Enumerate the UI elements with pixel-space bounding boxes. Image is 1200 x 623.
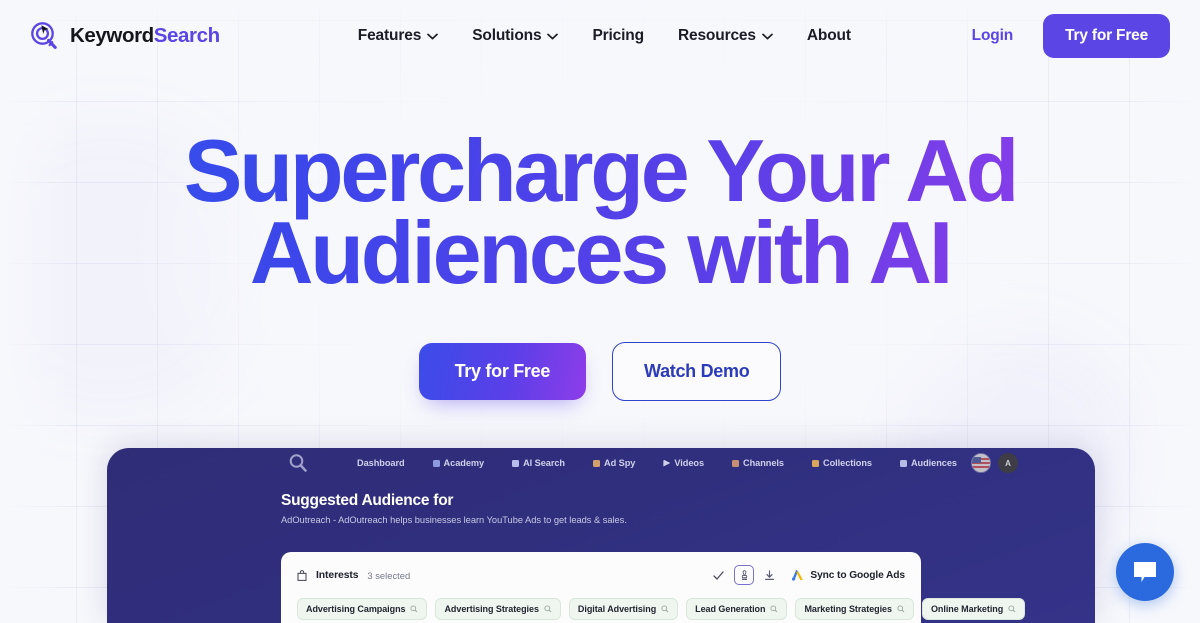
app-nav-channels[interactable]: Channels xyxy=(718,458,798,468)
audiences-icon xyxy=(899,459,907,467)
app-nav-dashboard[interactable]: Dashboard xyxy=(343,458,419,468)
app-nav-label-dashboard: Dashboard xyxy=(357,458,405,468)
app-screenshot-mockup: Dashboard Academy AI Search Ad Spy Video… xyxy=(107,448,1095,623)
search-icon xyxy=(410,605,418,613)
brand-name: KeywordSearch xyxy=(70,24,220,48)
interest-tag[interactable]: Online Marketing xyxy=(921,598,1026,620)
hero-try-for-free-button[interactable]: Try for Free xyxy=(418,342,587,400)
nav-label-features: Features xyxy=(357,27,422,44)
nav-item-pricing[interactable]: Pricing xyxy=(592,27,644,45)
hero-cta-group: Try for Free Watch Demo xyxy=(0,341,1200,401)
google-ads-icon xyxy=(792,569,804,581)
app-topbar: Dashboard Academy AI Search Ad Spy Video… xyxy=(107,450,1095,476)
brand-name-part2: Search xyxy=(153,24,220,47)
header-actions: Login Try for Free xyxy=(972,14,1170,58)
main-navigation: Features Solutions Pricing Resources Abo… xyxy=(358,27,851,45)
interest-tag-label: Online Marketing xyxy=(930,604,1004,614)
interest-tag-label: Digital Advertising xyxy=(577,604,657,614)
interest-tag-label: Advertising Strategies xyxy=(444,604,539,614)
chat-widget-button[interactable] xyxy=(1116,543,1174,601)
login-link[interactable]: Login xyxy=(972,27,1014,45)
target-magnifier-cursor-icon xyxy=(31,22,57,49)
interest-tag-row: Advertising Campaigns Advertising Strate… xyxy=(297,598,1026,620)
search-icon[interactable] xyxy=(287,452,309,474)
search-icon xyxy=(661,605,669,613)
app-nav-audiences[interactable]: Audiences xyxy=(886,458,971,468)
app-nav-label-audiences: Audiences xyxy=(910,458,957,468)
interest-tag[interactable]: Lead Generation xyxy=(686,598,788,620)
hero-watch-demo-button[interactable]: Watch Demo xyxy=(612,341,782,401)
app-nav-label-collections: Collections xyxy=(822,458,872,468)
play-icon xyxy=(663,459,671,467)
app-nav-ai-search[interactable]: AI Search xyxy=(498,458,579,468)
site-header: KeywordSearch Features Solutions Pricing… xyxy=(0,0,1200,72)
brand-name-part1: Keyword xyxy=(70,24,154,47)
interest-tag[interactable]: Marketing Strategies xyxy=(795,598,914,620)
interests-card-actions: Sync to Google Ads xyxy=(712,565,905,585)
interest-tag[interactable]: Advertising Campaigns xyxy=(297,598,428,620)
interests-label: Interests xyxy=(316,569,359,581)
interest-tag[interactable]: Advertising Strategies xyxy=(435,598,561,620)
nav-label-solutions: Solutions xyxy=(472,27,542,44)
sparkle-icon xyxy=(512,459,520,467)
nav-item-about[interactable]: About xyxy=(807,27,851,45)
app-page-subtitle: AdOutreach - AdOutreach helps businesses… xyxy=(281,515,627,525)
adspy-icon xyxy=(593,459,600,467)
interests-card: Interests 3 selected Sync to Google Ads xyxy=(281,552,1026,623)
search-icon xyxy=(1008,605,1016,613)
check-icon[interactable] xyxy=(712,569,725,582)
brand-logo[interactable]: KeywordSearch xyxy=(28,20,220,52)
app-nav-label-videos: Videos xyxy=(674,458,705,468)
app-nav-label-ai-search: AI Search xyxy=(523,458,565,468)
sync-to-google-ads-button[interactable]: Sync to Google Ads xyxy=(791,569,905,581)
search-icon xyxy=(770,605,778,613)
hero-section: Supercharge Your Ad Audiences with AI Tr… xyxy=(0,72,1200,401)
chevron-down-icon xyxy=(762,33,773,39)
nav-label-about: About xyxy=(806,27,851,44)
hero-title: Supercharge Your Ad Audiences with AI xyxy=(0,130,1200,294)
interest-tag-label: Advertising Campaigns xyxy=(306,604,406,614)
search-icon xyxy=(897,605,905,613)
hero-title-line-2: Audiences with AI xyxy=(249,202,951,302)
app-navigation: Dashboard Academy AI Search Ad Spy Video… xyxy=(343,458,971,468)
collections-icon xyxy=(811,459,819,467)
app-nav-academy[interactable]: Academy xyxy=(419,458,499,468)
search-icon xyxy=(544,605,552,613)
app-nav-label-channels: Channels xyxy=(743,458,784,468)
interests-card-header: Interests 3 selected Sync to Google Ads xyxy=(297,564,905,586)
app-nav-videos[interactable]: Videos xyxy=(649,458,718,468)
nav-item-features[interactable]: Features xyxy=(357,27,439,45)
interest-tag-label: Lead Generation xyxy=(695,604,766,614)
stamp-icon xyxy=(741,569,748,580)
interest-tag[interactable]: Digital Advertising xyxy=(568,598,679,620)
chevron-down-icon xyxy=(547,33,559,39)
nav-item-solutions[interactable]: Solutions xyxy=(472,27,559,45)
nav-label-pricing: Pricing xyxy=(592,27,644,44)
app-nav-label-academy: Academy xyxy=(443,458,485,468)
nav-item-resources[interactable]: Resources xyxy=(678,27,773,45)
app-topbar-right: A xyxy=(970,453,1095,473)
chevron-down-icon xyxy=(427,33,439,39)
stamp-icon-button[interactable] xyxy=(734,565,755,585)
app-page-title: Suggested Audience for xyxy=(281,492,454,509)
bag-icon xyxy=(297,569,307,581)
chat-bubble-icon xyxy=(1134,562,1156,582)
nav-label-resources: Resources xyxy=(677,27,756,44)
academy-icon xyxy=(432,459,440,467)
channels-icon xyxy=(732,459,740,467)
user-avatar[interactable]: A xyxy=(997,453,1018,473)
app-nav-ad-spy[interactable]: Ad Spy xyxy=(579,458,649,468)
download-icon[interactable] xyxy=(763,569,776,582)
header-try-for-free-button[interactable]: Try for Free xyxy=(1043,14,1170,58)
sync-to-google-ads-label: Sync to Google Ads xyxy=(810,569,905,581)
app-nav-collections[interactable]: Collections xyxy=(798,458,886,468)
interest-tag-label: Marketing Strategies xyxy=(804,604,892,614)
interests-card-header-left: Interests 3 selected xyxy=(297,570,410,581)
us-flag-avatar[interactable] xyxy=(970,453,991,473)
app-heading-block: Suggested Audience for AdOutreach - AdOu… xyxy=(107,476,1095,525)
selected-count: 3 selected xyxy=(367,569,411,581)
app-nav-label-ad-spy: Ad Spy xyxy=(604,458,636,468)
